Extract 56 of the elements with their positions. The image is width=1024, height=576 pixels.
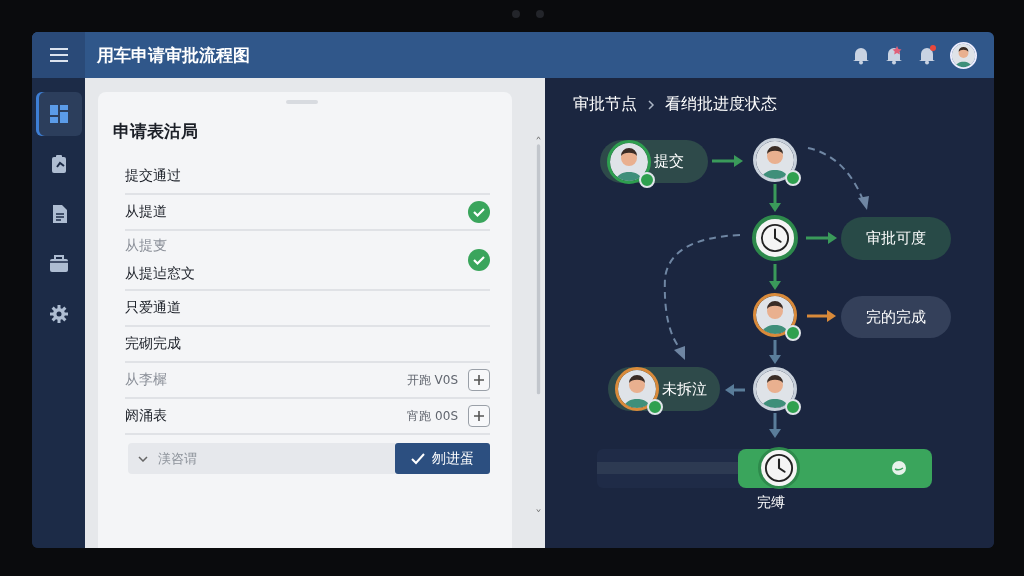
flow-arrow — [769, 184, 781, 212]
row-label: 提交通过 — [125, 167, 181, 185]
user-avatar[interactable] — [950, 41, 977, 69]
plus-icon — [474, 411, 484, 421]
app-title: 用车申请审批流程图 — [97, 43, 251, 67]
row-value: 开跑 V0S — [406, 371, 458, 389]
card-title: 申请表沽局 — [113, 120, 199, 143]
submit-button[interactable]: 刎进蛋 — [395, 443, 490, 474]
bell-icon[interactable] — [917, 45, 937, 65]
chevron-icon — [647, 98, 655, 111]
node-pill[interactable]: 审批可度 — [841, 217, 951, 260]
dashboard-icon — [47, 103, 70, 125]
node-label: 提交 — [654, 152, 684, 171]
node-pill[interactable]: 完的完成 — [841, 296, 951, 338]
briefcase-icon — [47, 253, 70, 275]
clock-icon — [760, 223, 790, 253]
user-avatar — [753, 367, 797, 411]
flow-arrow — [712, 155, 743, 167]
row-label: 只爱通道 — [125, 299, 181, 317]
bell-icon[interactable] — [851, 45, 871, 65]
flow-arrow — [769, 340, 781, 364]
row-label: 从提迠窓文 — [125, 265, 196, 283]
node-label: 未拆泣 — [662, 379, 707, 399]
row-label: 从提道 — [125, 203, 167, 221]
user-avatar — [615, 367, 659, 411]
user-avatar — [753, 138, 797, 182]
flow-arrow — [769, 413, 781, 438]
flow-arrow — [725, 384, 745, 396]
row-label: 从李樨 — [125, 371, 167, 389]
plus-icon — [474, 375, 484, 385]
settings-icon — [47, 303, 70, 325]
breadcrumb-item: 看绡批进度状态 — [665, 94, 777, 115]
row-label: 完砌完成 — [125, 335, 181, 353]
menu-icon — [48, 47, 69, 63]
add-button[interactable] — [468, 369, 490, 391]
flow-arrow — [807, 310, 836, 322]
row-label: 从提叓 — [125, 237, 168, 255]
row-label: 阏涌表 — [125, 407, 167, 425]
user-avatar — [753, 293, 797, 337]
dashed-arrow — [807, 147, 869, 210]
bell-icon[interactable] — [884, 45, 904, 65]
add-button[interactable] — [468, 405, 490, 427]
flow-arrow — [806, 232, 837, 244]
node-label: 审批可度 — [866, 229, 926, 248]
check-icon — [411, 452, 425, 465]
node-label: 完的完成 — [866, 307, 926, 327]
breadcrumb-item[interactable]: 审批节点 — [573, 94, 637, 115]
flow-arrow — [769, 264, 781, 290]
user-avatar — [607, 139, 651, 184]
clock-icon — [764, 453, 794, 483]
progress-label: 完缚 — [757, 494, 785, 512]
dropdown-field[interactable]: 渼咨谓 — [128, 443, 395, 474]
sidebar-item[interactable] — [35, 92, 82, 136]
menu-button[interactable] — [32, 32, 85, 78]
chat-icon — [892, 461, 906, 475]
row-value: 宵跑 00S — [407, 407, 458, 425]
